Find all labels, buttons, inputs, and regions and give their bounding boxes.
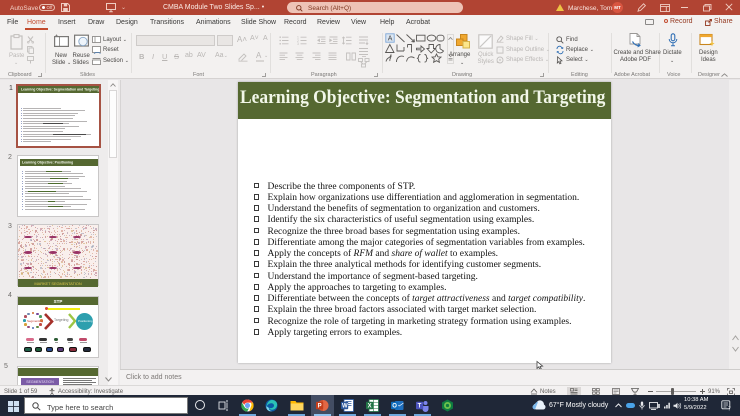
svg-text:3: 3	[297, 42, 299, 46]
svg-text:X: X	[368, 404, 372, 410]
svg-text:7: 7	[728, 407, 731, 413]
svg-text:T: T	[418, 404, 422, 410]
svg-text:P: P	[318, 404, 322, 410]
svg-text:W: W	[342, 404, 348, 410]
svg-text:A: A	[388, 36, 393, 43]
svg-text:O: O	[392, 404, 397, 410]
